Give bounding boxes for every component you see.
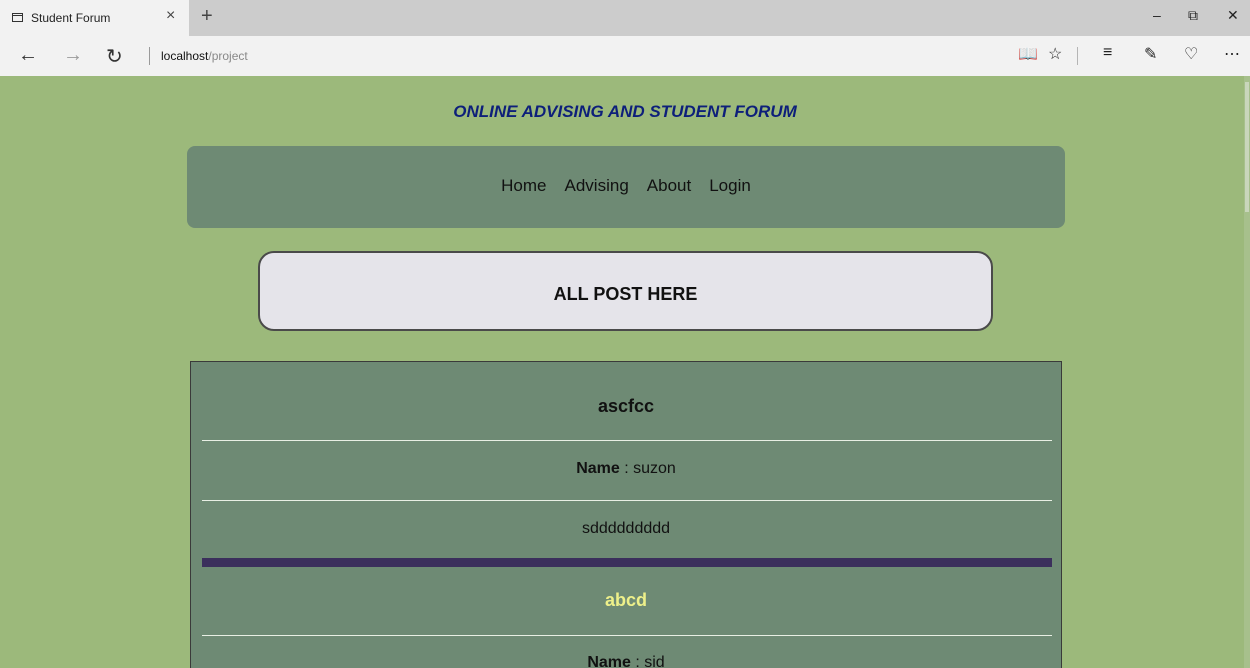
nav-home-link[interactable]: Home [501,176,546,195]
reading-view-icon[interactable]: 📖 [1018,44,1038,64]
post-title: abcd [604,590,647,610]
page-icon [12,13,23,22]
post-body: sddddddddd [581,520,671,537]
web-note-icon[interactable]: ✎ [1144,44,1157,64]
post-author: Name : sid [587,654,665,668]
nav-login-link[interactable]: Login [709,176,751,195]
close-tab-icon[interactable]: × [166,7,175,25]
tab-title: Student Forum [31,11,111,25]
post-divider [202,558,1052,567]
toolbar-separator [1077,47,1078,65]
url-field[interactable]: localhost/project [161,49,248,63]
back-arrow-icon[interactable]: ← [18,44,38,67]
nav-about-link[interactable]: About [647,176,691,195]
site-title: ONLINE ADVISING AND STUDENT FORUM [453,102,797,121]
post-author: Name : suzon [576,460,676,477]
posts-heading: ALL POST HERE [553,284,698,304]
more-icon[interactable]: ⋯ [1224,44,1240,64]
tab-strip: Student Forum × + – ⧉ ✕ [0,0,1250,36]
post-title: ascfcc [597,396,655,416]
post-separator [202,440,1052,441]
minimize-icon[interactable]: – [1153,7,1161,23]
post-separator [202,500,1052,501]
nav-advising-link[interactable]: Advising [565,176,629,195]
nav-bar: Home Advising About Login [187,146,1065,228]
page-content: ONLINE ADVISING AND STUDENT FORUM Home Ad… [0,76,1250,668]
address-separator [149,47,150,65]
posts-heading-box: ALL POST HERE [258,251,993,331]
browser-tab[interactable]: Student Forum × [0,0,189,36]
post-separator [202,635,1052,636]
close-window-icon[interactable]: ✕ [1227,7,1239,24]
scrollbar-thumb[interactable] [1245,82,1249,212]
new-tab-button[interactable]: + [201,5,213,28]
favorite-star-icon[interactable]: ☆ [1048,44,1062,64]
forward-arrow-icon[interactable]: → [63,44,83,67]
hub-icon[interactable]: ≡ [1103,44,1112,62]
address-bar: ← → ↻ localhost/project 📖 ☆ ≡ ✎ ♡ ⋯ [0,36,1250,76]
share-icon[interactable]: ♡ [1184,44,1198,64]
restore-icon[interactable]: ⧉ [1188,7,1198,24]
posts-list: ascfcc Name : suzon sddddddddd abcd Name… [190,361,1062,668]
refresh-icon[interactable]: ↻ [106,44,123,69]
